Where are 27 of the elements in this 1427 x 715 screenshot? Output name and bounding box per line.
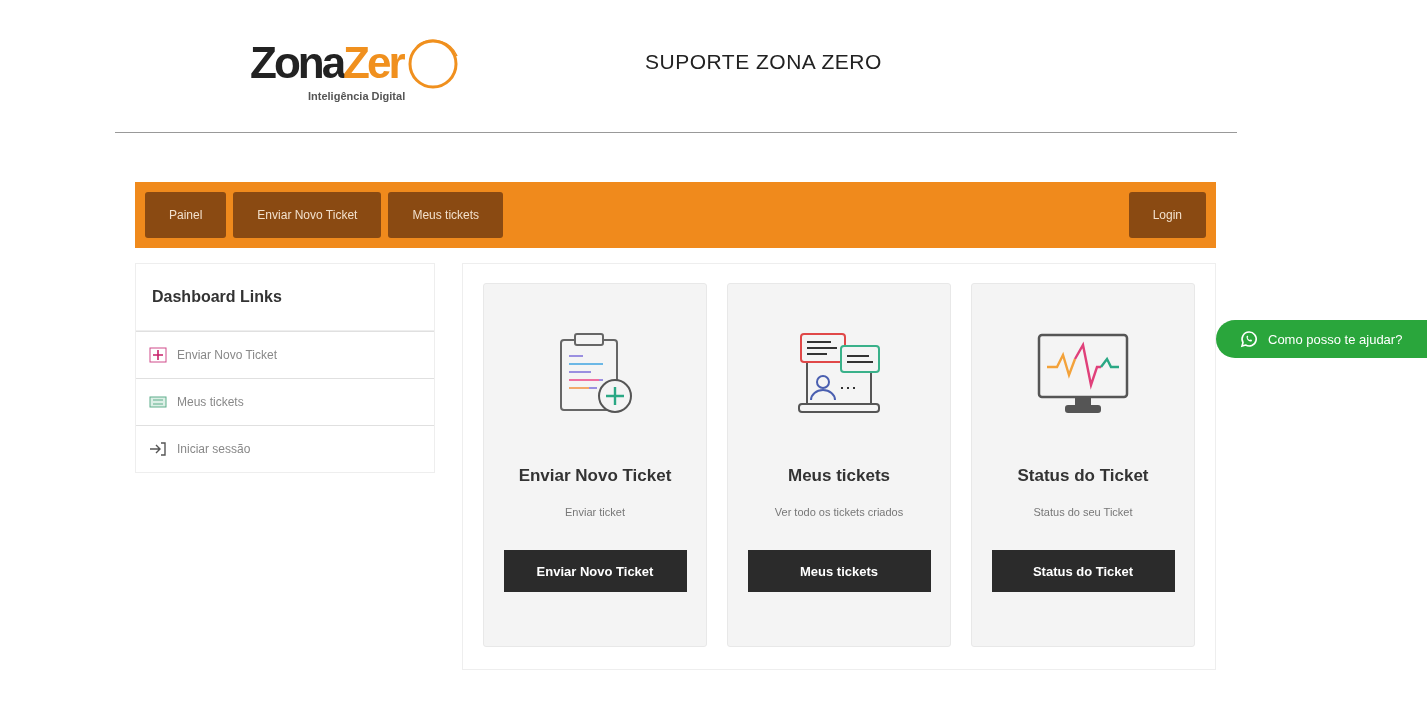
site-title: SUPORTE ZONA ZERO — [645, 50, 882, 74]
ticket-icon — [149, 396, 167, 408]
logo-wordmark: ZonaZer — [250, 41, 405, 85]
nav-button[interactable]: Enviar Novo Ticket — [233, 192, 382, 238]
sidebar-title: Dashboard Links — [152, 288, 282, 306]
plus-icon — [149, 347, 167, 363]
sign-in-icon — [149, 442, 167, 456]
card-subtitle: Ver todo os tickets criados — [774, 506, 904, 518]
card-button[interactable]: Meus tickets — [747, 550, 931, 592]
chat-button[interactable]: Como posso te ajudar? — [1216, 320, 1427, 358]
card-title: Status do Ticket — [1017, 466, 1149, 486]
whatsapp-icon — [1240, 330, 1258, 348]
logo-tagline: Inteligência Digital — [308, 90, 407, 102]
card-button[interactable]: Enviar Novo Ticket — [503, 550, 687, 592]
sidebar-link[interactable]: Meus tickets — [136, 378, 434, 425]
nav-button[interactable]: Painel — [145, 192, 227, 238]
card-title: Meus tickets — [787, 466, 890, 486]
login-button[interactable]: Login — [1128, 192, 1206, 238]
card-subtitle: Enviar ticket — [565, 506, 625, 518]
card-button[interactable]: Status do Ticket — [991, 550, 1175, 592]
sidebar-link[interactable]: Iniciar sessão — [136, 425, 434, 472]
sidebar-link[interactable]: Enviar Novo Ticket — [136, 331, 434, 378]
laptop-chat-icon — [797, 332, 881, 416]
card-subtitle: Status do seu Ticket — [1033, 506, 1133, 518]
card-title: Enviar Novo Ticket — [518, 466, 672, 486]
monitor-wave-icon — [1037, 332, 1129, 416]
nav-button[interactable]: Meus tickets — [388, 192, 504, 238]
